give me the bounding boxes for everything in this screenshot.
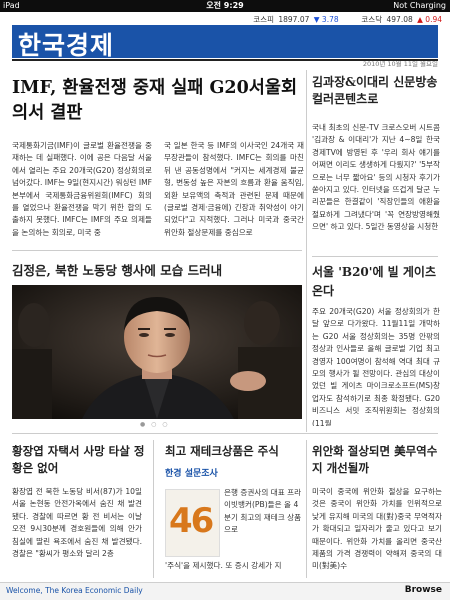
poll-label: 한경 설문조사	[165, 469, 218, 479]
newspaper-name: 한국경제	[18, 31, 115, 60]
side-headline-1[interactable]: 김과장&이대리 신문방송 컬러콘텐츠로	[312, 74, 442, 108]
newspaper-logo[interactable]: 한국경제	[12, 25, 438, 60]
section-divider	[12, 433, 438, 434]
kospi-label: 코스피	[253, 15, 274, 24]
lead-text-col1: 국제통화기금(IMF)이 글로벌 환율전쟁을 중재하는 데 실패했다. 이에 공…	[12, 141, 152, 237]
bottom-article-2[interactable]: 은행 증권사의 대표 프라이빗뱅커(PB)들은 올 4분기 최고의 재테크 상품…	[224, 487, 302, 557]
photo-headline[interactable]: 김정은, 북한 노동당 행사에 모습 드러내	[12, 260, 302, 279]
section-divider	[312, 256, 438, 257]
status-bar: iPad 오전 9:29 Not Charging	[0, 0, 450, 12]
bottom-article-3[interactable]: 미국이 중국에 위안화 절상을 요구하는 것은 중국이 위안화 가치를 인위적으…	[312, 486, 442, 576]
kosdaq-change: ▲ 0.94	[417, 15, 442, 24]
lead-article[interactable]: 국제통화기금(IMF)이 글로벌 환율전쟁을 중재하는 데 실패했다. 이에 공…	[12, 140, 304, 240]
column-divider	[153, 440, 154, 578]
carousel-dots[interactable]: ● ○ ○	[140, 421, 170, 428]
bottom-headline-3[interactable]: 위안화 절상되면 美무역수지 개선될까	[312, 443, 442, 477]
bottom-toolbar: Welcome, The Korea Economic Daily Browse	[0, 582, 450, 600]
masthead-divider	[12, 59, 438, 61]
column-divider	[306, 70, 307, 432]
kospi-value: 1897.07	[278, 15, 310, 24]
column-divider	[306, 440, 307, 578]
kosdaq-label: 코스닥	[361, 15, 383, 24]
poll-thumbnail[interactable]: 46	[165, 489, 220, 557]
battery-status: Not Charging	[393, 1, 446, 10]
clock: 오전 9:29	[206, 1, 244, 10]
side-article-1[interactable]: 국내 최초의 신문-TV 크로스오버 시트콤 '김과장 & 이대리'가 지난 4…	[312, 122, 440, 254]
bottom-headline-2[interactable]: 최고 재테크상품은 주식	[165, 443, 303, 460]
bottom-article-1[interactable]: 황장엽 전 북한 노동당 비서(87)가 10일 서울 논현동 안전가옥에서 숨…	[12, 486, 142, 576]
lead-headline[interactable]: IMF, 환율전쟁 중재 실패 G20서울회의서 결판	[12, 76, 302, 126]
news-photo[interactable]	[12, 285, 302, 419]
browse-button[interactable]: Browse	[405, 585, 442, 595]
side-headline-2[interactable]: 서울 'B20'에 빌 게이츠 온다	[312, 263, 442, 301]
welcome-text: Welcome, The Korea Economic Daily	[6, 586, 143, 595]
news-photo-image	[12, 285, 302, 419]
poll-number: 46	[169, 501, 214, 541]
bottom-headline-1[interactable]: 황장엽 자택서 사망 타살 정황은 없어	[12, 443, 147, 477]
bottom-article-2-cont: '주식'을 제시했다. 또 증시 강세가 지	[165, 561, 282, 570]
market-ticker: 코스피 1897.07 ▼ 3.78 코스닥 497.08 ▲ 0.94	[251, 14, 442, 25]
section-divider	[12, 250, 302, 251]
lead-text-col2: 국 일본 한국 등 IMF의 이사국인 24개국 재무장관들이 참석했다. IM…	[164, 141, 304, 237]
side-article-2[interactable]: 주요 20개국(G20) 서울 정상회의가 한달 앞으로 다가왔다. 11월11…	[312, 306, 440, 426]
kospi-change: ▼ 3.78	[313, 15, 339, 24]
kosdaq-value: 497.08	[386, 15, 413, 24]
